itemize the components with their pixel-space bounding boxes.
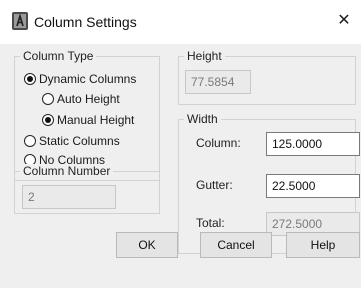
autocad-app-icon: [12, 12, 28, 30]
height-legend: Height: [184, 49, 225, 63]
radio-dynamic-columns-indicator[interactable]: [24, 73, 36, 85]
radio-auto-height[interactable]: Auto Height: [42, 91, 120, 107]
width-legend: Width: [184, 112, 221, 126]
radio-static-columns-label: Static Columns: [39, 134, 120, 148]
radio-dynamic-columns-label: Dynamic Columns: [39, 72, 137, 86]
gutter-input[interactable]: 22.5000: [266, 174, 360, 198]
close-icon: ✕: [337, 12, 351, 29]
radio-auto-height-label: Auto Height: [57, 92, 120, 106]
radio-manual-height-label: Manual Height: [57, 113, 135, 127]
title-bar: Column Settings ✕: [0, 0, 361, 44]
radio-dynamic-columns[interactable]: Dynamic Columns: [24, 71, 136, 87]
radio-static-columns[interactable]: Static Columns: [24, 133, 120, 149]
column-width-input[interactable]: 125.0000: [266, 132, 360, 156]
ok-button[interactable]: OK: [116, 232, 178, 258]
column-width-label: Column:: [196, 136, 241, 150]
total-label: Total:: [196, 216, 225, 230]
help-button[interactable]: Help: [286, 232, 360, 258]
close-button[interactable]: ✕: [327, 6, 361, 36]
column-type-legend: Column Type: [20, 49, 97, 63]
radio-auto-height-indicator[interactable]: [42, 93, 54, 105]
cancel-button[interactable]: Cancel: [200, 232, 272, 258]
height-field[interactable]: 77.5854: [185, 70, 251, 94]
gutter-label: Gutter:: [196, 178, 233, 192]
radio-static-columns-indicator[interactable]: [24, 135, 36, 147]
window-title: Column Settings: [34, 14, 137, 30]
radio-manual-height-indicator[interactable]: [42, 114, 54, 126]
radio-manual-height[interactable]: Manual Height: [42, 112, 134, 128]
column-number-legend: Column Number: [20, 164, 114, 178]
column-number-field[interactable]: 2: [22, 185, 116, 209]
